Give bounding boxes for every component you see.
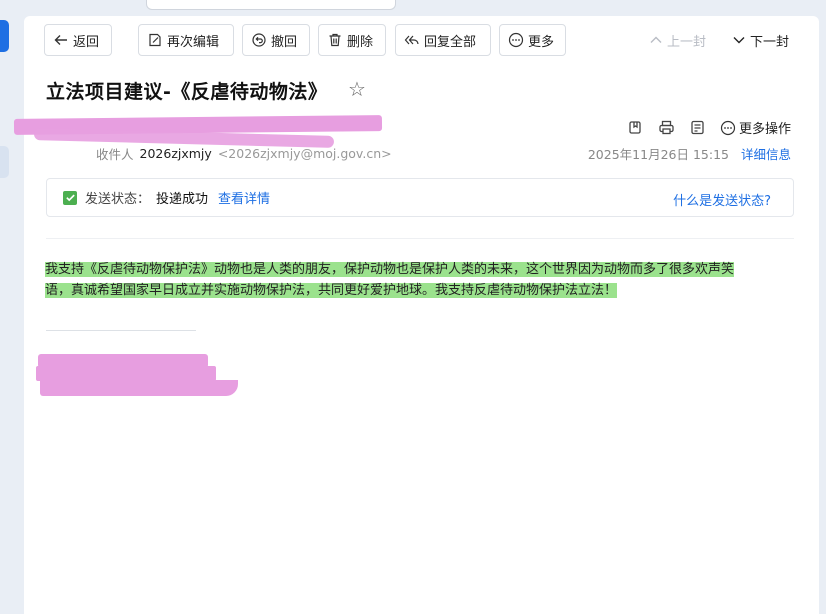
print-icon[interactable] bbox=[658, 119, 675, 136]
mail-date: 2025年11月26日 15:15 bbox=[587, 147, 729, 162]
prev-label: 上一封 bbox=[667, 34, 707, 50]
sidebar-active-tab[interactable] bbox=[0, 20, 9, 52]
date-row: 2025年11月26日 15:15 详细信息 bbox=[588, 144, 791, 163]
recall-label: 撤回 bbox=[271, 34, 298, 50]
more-dots-icon bbox=[508, 32, 524, 48]
signature-divider bbox=[46, 330, 196, 331]
trash-icon bbox=[329, 33, 341, 47]
view-details-link[interactable]: 查看详情 bbox=[218, 188, 270, 207]
send-status-value: 投递成功 bbox=[156, 192, 209, 207]
divider bbox=[46, 238, 794, 239]
more-label: 更多 bbox=[528, 34, 555, 50]
check-icon bbox=[63, 190, 77, 205]
delete-button[interactable]: 删除 bbox=[318, 24, 386, 56]
reply-all-label: 回复全部 bbox=[424, 34, 477, 50]
next-mail-link[interactable]: 下一封 bbox=[732, 24, 789, 56]
back-label: 返回 bbox=[73, 34, 100, 50]
edit-icon bbox=[149, 33, 161, 47]
mail-actions: 更多操作 bbox=[627, 118, 791, 137]
reedit-label: 再次编辑 bbox=[167, 34, 220, 50]
sidebar-tab[interactable] bbox=[0, 146, 9, 178]
delete-label: 删除 bbox=[347, 34, 374, 50]
chevron-down-icon bbox=[733, 37, 745, 44]
more-button[interactable]: 更多 bbox=[499, 24, 566, 56]
send-status-help-link[interactable]: 什么是发送状态? bbox=[673, 190, 771, 209]
mail-body-line: 语，真诚希望国家早日成立并实施动物保护法，共同更好爱护地球。我支持反虐待动物保护… bbox=[45, 283, 618, 298]
more-dots-icon bbox=[720, 120, 736, 135]
star-icon[interactable]: ☆ bbox=[348, 77, 366, 101]
mail-body-line: 我支持《反虐待动物保护法》动物也是人类的朋友，保护动物也是保护人类的未来，这个世… bbox=[45, 262, 735, 277]
prev-mail-link[interactable]: 上一封 bbox=[649, 24, 706, 56]
recall-button[interactable]: 撤回 bbox=[242, 24, 310, 56]
left-sidebar-strip bbox=[0, 0, 24, 614]
more-operations-label: 更多操作 bbox=[738, 122, 791, 137]
redacted-signature-stroke bbox=[36, 366, 216, 381]
note-icon[interactable] bbox=[689, 119, 706, 136]
recipient-name[interactable]: 2026zjxmjy bbox=[140, 146, 212, 161]
recipient-row: 收件人 2026zjxmjy <2026zjxmjy@moj.gov.cn> bbox=[96, 144, 392, 163]
recall-icon bbox=[252, 33, 266, 47]
reply-all-icon bbox=[404, 35, 419, 45]
recipient-label: 收件人 bbox=[96, 147, 134, 162]
mail-body: 我支持《反虐待动物保护法》动物也是人类的朋友，保护动物也是保护人类的未来，这个世… bbox=[45, 259, 797, 301]
reedit-button[interactable]: 再次编辑 bbox=[138, 24, 234, 56]
reply-all-button[interactable]: 回复全部 bbox=[395, 24, 491, 56]
top-panel-fragment bbox=[146, 0, 396, 10]
back-button[interactable]: 返回 bbox=[44, 24, 112, 56]
mail-reader-card: 返回 再次编辑 撤回 删除 回复全部 更多 上一封 下一封 立法项目建议-《反虐… bbox=[13, 16, 819, 614]
chevron-up-icon bbox=[650, 36, 662, 43]
recipient-email[interactable]: <2026zjxmjy@moj.gov.cn> bbox=[218, 146, 392, 161]
more-operations-button[interactable]: 更多操作 bbox=[720, 118, 791, 137]
detail-info-link[interactable]: 详细信息 bbox=[741, 144, 791, 163]
mail-toolbar: 返回 再次编辑 撤回 删除 回复全部 更多 上一封 下一封 bbox=[44, 24, 799, 56]
copy-icon[interactable] bbox=[627, 119, 644, 136]
mail-subject: 立法项目建议-《反虐待动物法》 bbox=[46, 81, 328, 103]
next-label: 下一封 bbox=[750, 34, 790, 50]
send-status-label: 发送状态： bbox=[85, 192, 151, 207]
redacted-signature-stroke bbox=[40, 380, 238, 396]
arrow-left-icon bbox=[54, 35, 67, 45]
send-status-box: 发送状态： 投递成功 查看详情 什么是发送状态? bbox=[46, 178, 794, 217]
